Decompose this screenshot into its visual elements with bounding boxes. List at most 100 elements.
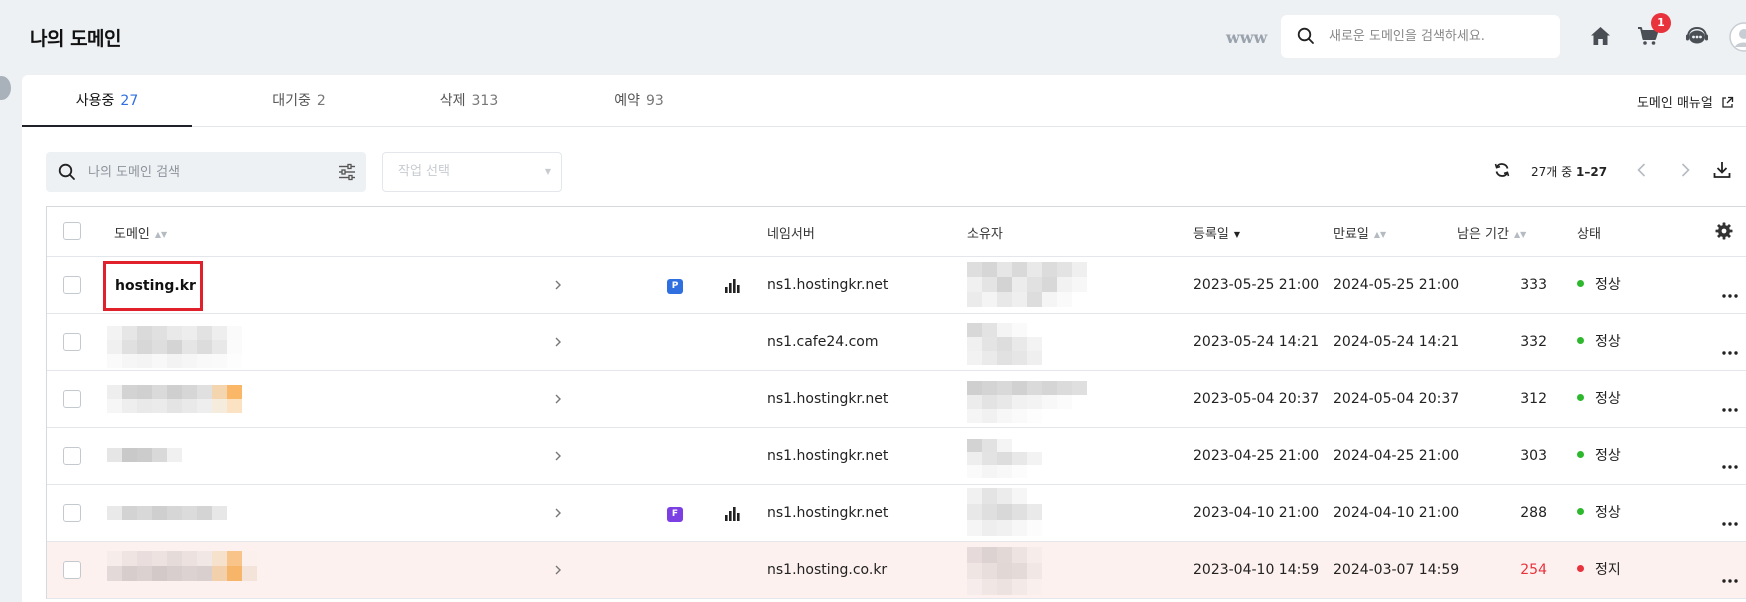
domain-name-highlighted[interactable]: hosting.kr — [103, 261, 203, 311]
status-cell: 정상 — [1577, 428, 1621, 484]
home-icon[interactable] — [1590, 26, 1611, 50]
table-row[interactable]: F ns1.hostingkr.net 2023-04-10 21:00 202… — [47, 485, 1746, 542]
chevron-left-icon[interactable] — [1632, 160, 1652, 184]
select-all-checkbox[interactable] — [63, 222, 81, 240]
new-domain-search-input[interactable] — [1329, 15, 1554, 58]
chevron-right-icon[interactable] — [552, 334, 564, 353]
expiry-date-cell: 2024-05-24 14:21 — [1333, 334, 1460, 350]
bar-chart-icon[interactable] — [724, 506, 740, 525]
support-headset-icon[interactable] — [1685, 26, 1709, 50]
bar-chart-icon[interactable] — [724, 278, 740, 297]
registered-date-cell: 2023-05-04 20:37 — [1193, 391, 1320, 407]
expiry-date-cell: 2024-05-25 21:00 — [1333, 277, 1460, 293]
more-icon[interactable] — [1722, 511, 1738, 530]
chevron-right-icon[interactable] — [552, 448, 564, 467]
sort-icon: ▲▼ — [154, 230, 168, 239]
table-row[interactable]: ns1.hostingkr.net 2023-05-04 20:37 2024-… — [47, 371, 1746, 428]
expiry-date-cell: 2024-05-04 20:37 — [1333, 391, 1460, 407]
column-header-expires[interactable]: 만료일 ▲▼ — [1333, 223, 1386, 242]
column-header-nameserver: 네임서버 — [767, 227, 815, 242]
tab-pending[interactable]: 대기중 2 — [214, 75, 384, 127]
expiry-date-cell: 2024-03-07 14:59 — [1333, 562, 1460, 578]
page-title: 나의 도메인 — [30, 28, 122, 50]
registered-date-cell: 2023-04-25 21:00 — [1193, 448, 1320, 464]
domain-redacted — [107, 506, 227, 520]
chevron-right-icon[interactable] — [552, 277, 564, 296]
sort-icon: ▲▼ — [1513, 230, 1527, 239]
owner-redacted — [967, 262, 1087, 307]
dropdown-caret-icon: ▼ — [544, 167, 551, 176]
chevron-right-icon[interactable] — [552, 505, 564, 524]
more-icon[interactable] — [1722, 340, 1738, 359]
my-domain-search[interactable] — [46, 152, 366, 192]
table-header: 도메인 ▲▼ 네임서버 소유자 등록일 ▼ 만료일 ▲▼ 남은 기간 ▲▼ 상태 — [47, 207, 1746, 257]
owner-redacted — [967, 381, 1087, 423]
column-header-remaining[interactable]: 남은 기간 ▲▼ — [1457, 223, 1526, 242]
status-dot — [1577, 394, 1584, 401]
bulk-action-select[interactable]: 작업 선택 ▼ — [382, 152, 562, 192]
status-dot — [1577, 337, 1584, 344]
table-row[interactable]: hosting.kr P ns1.hostingkr.net 2023-05-2… — [47, 257, 1746, 314]
premium-badge: P — [667, 279, 683, 294]
user-avatar-icon[interactable] — [1729, 22, 1746, 56]
tab-deleted[interactable]: 삭제 313 — [384, 75, 554, 127]
download-icon[interactable] — [1712, 160, 1732, 184]
side-toggle[interactable] — [0, 76, 11, 100]
gear-icon[interactable] — [1715, 222, 1733, 244]
chevron-right-icon[interactable] — [1675, 160, 1695, 184]
nameserver-cell: ns1.hostingkr.net — [767, 277, 889, 293]
table-row[interactable]: ns1.cafe24.com 2023-05-24 14:21 2024-05-… — [47, 314, 1746, 371]
domain-redacted — [107, 448, 182, 462]
remaining-days-cell: 312 — [1520, 391, 1547, 407]
column-header-status: 상태 — [1577, 227, 1601, 242]
sort-icon: ▲▼ — [1373, 230, 1387, 239]
row-checkbox[interactable] — [63, 561, 81, 579]
domain-search-bar[interactable] — [1281, 15, 1560, 58]
domain-redacted — [107, 326, 257, 368]
refresh-icon[interactable] — [1494, 162, 1510, 182]
filter-sliders-icon[interactable] — [338, 163, 356, 185]
registered-date-cell: 2023-04-10 21:00 — [1193, 505, 1320, 521]
remaining-days-cell: 303 — [1520, 448, 1547, 464]
more-icon[interactable] — [1722, 454, 1738, 473]
row-checkbox[interactable] — [63, 276, 81, 294]
tab-in-use[interactable]: 사용중 27 — [22, 75, 192, 127]
domain-table: 도메인 ▲▼ 네임서버 소유자 등록일 ▼ 만료일 ▲▼ 남은 기간 ▲▼ 상태 hos… — [46, 206, 1746, 599]
column-header-owner: 소유자 — [967, 227, 1003, 242]
registered-date-cell: 2023-05-25 21:00 — [1193, 277, 1320, 293]
remaining-days-cell: 254 — [1520, 562, 1547, 578]
my-domain-search-input[interactable] — [88, 152, 318, 192]
remaining-days-cell: 333 — [1520, 277, 1547, 293]
status-cell: 정상 — [1577, 485, 1621, 541]
remaining-days-cell: 332 — [1520, 334, 1547, 350]
row-checkbox[interactable] — [63, 504, 81, 522]
owner-redacted — [967, 323, 1042, 365]
column-header-domain[interactable]: 도메인 ▲▼ — [114, 223, 167, 242]
table-row-stopped[interactable]: ns1.hosting.co.kr 2023-04-10 14:59 2024-… — [47, 542, 1746, 599]
domain-manual-link[interactable]: 도메인 매뉴얼 — [1637, 92, 1734, 111]
more-icon[interactable] — [1722, 568, 1738, 587]
row-checkbox[interactable] — [63, 333, 81, 351]
registered-date-cell: 2023-04-10 14:59 — [1193, 562, 1320, 578]
row-checkbox[interactable] — [63, 447, 81, 465]
domain-redacted — [107, 385, 257, 413]
status-cell: 정지 — [1577, 542, 1621, 598]
registered-date-cell: 2023-05-24 14:21 — [1193, 334, 1320, 350]
nameserver-cell: ns1.hostingkr.net — [767, 505, 889, 521]
owner-redacted — [967, 439, 1042, 478]
chevron-right-icon[interactable] — [552, 391, 564, 410]
status-cell: 정상 — [1577, 371, 1621, 427]
chevron-right-icon[interactable] — [552, 562, 564, 581]
more-icon[interactable] — [1722, 283, 1738, 302]
tab-reserved[interactable]: 예약 93 — [554, 75, 724, 127]
remaining-days-cell: 288 — [1520, 505, 1547, 521]
row-checkbox[interactable] — [63, 390, 81, 408]
column-header-registered[interactable]: 등록일 ▼ — [1193, 223, 1240, 242]
nameserver-cell: ns1.cafe24.com — [767, 334, 879, 350]
www-label: www — [1226, 28, 1268, 47]
more-icon[interactable] — [1722, 397, 1738, 416]
status-tabs: 사용중 27 대기중 2 삭제 313 예약 93 도메인 매뉴얼 — [22, 75, 1746, 127]
status-cell: 정상 — [1577, 314, 1621, 370]
nameserver-cell: ns1.hosting.co.kr — [767, 562, 888, 578]
table-row[interactable]: ns1.hostingkr.net 2023-04-25 21:00 2024-… — [47, 428, 1746, 485]
